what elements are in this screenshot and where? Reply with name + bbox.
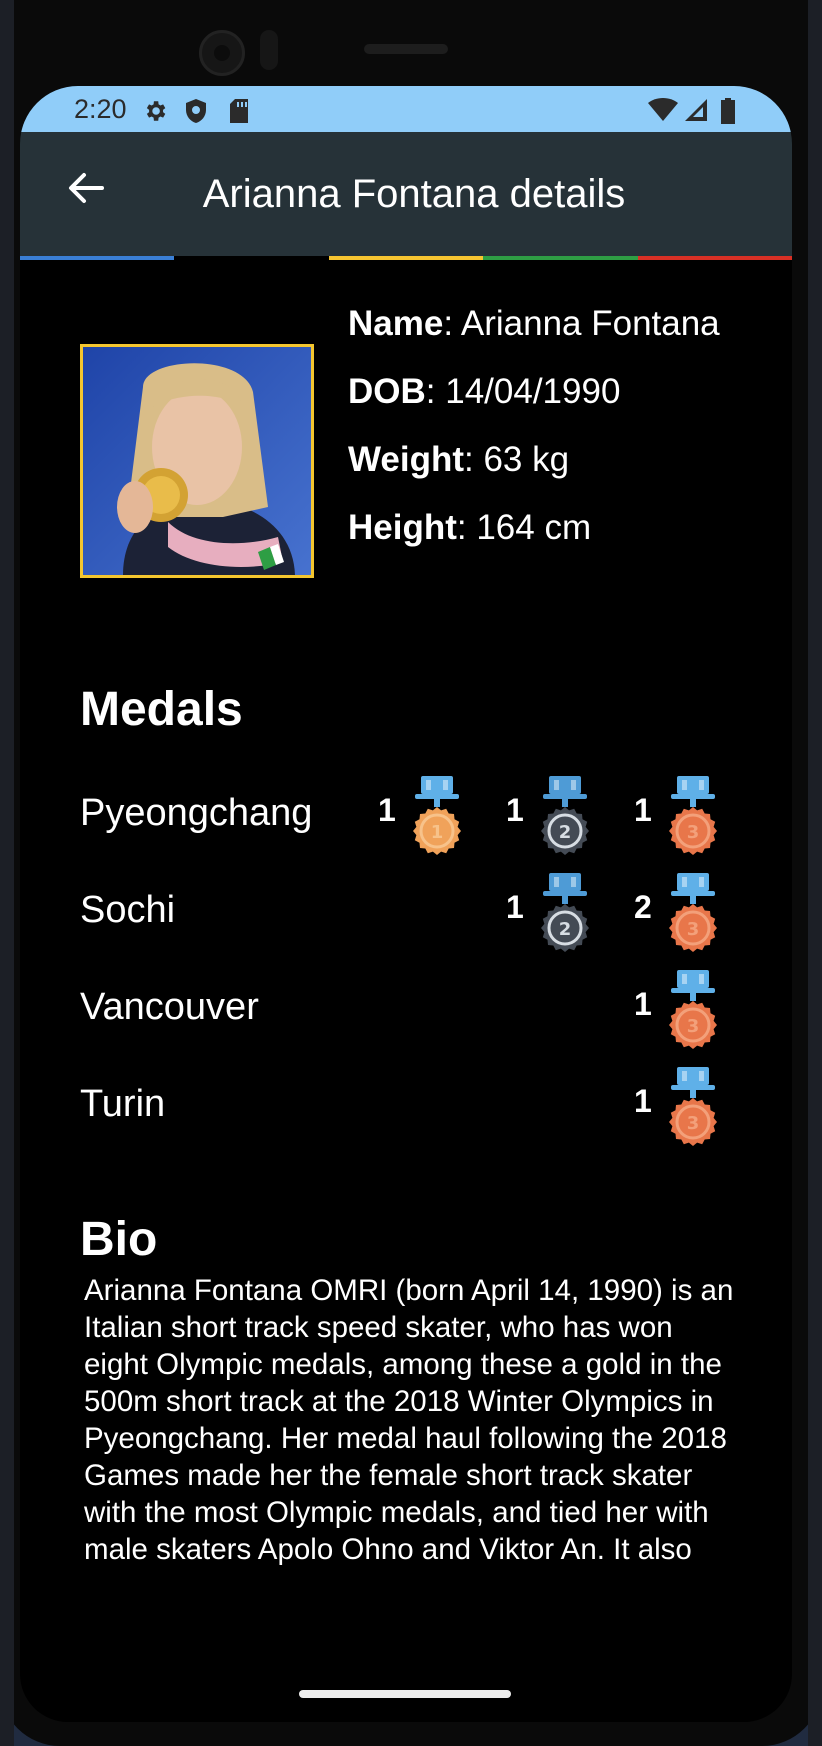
earpiece-speaker [364, 44, 448, 54]
bronze-medal-icon: 3 [669, 1067, 717, 1146]
medal-row: Vancouver 1 3 [80, 970, 740, 1050]
dob-label: DOB [348, 372, 426, 411]
name-label: Name [348, 304, 444, 343]
athlete-name-row: Name: Arianna Fontana [348, 304, 720, 343]
svg-text:3: 3 [687, 822, 700, 843]
front-camera [199, 30, 245, 76]
athlete-dob: 14/04/1990 [445, 372, 621, 411]
athlete-weight-row: Weight: 63 kg [348, 440, 570, 479]
medals-heading: Medals [80, 683, 243, 736]
bronze-count: 1 [634, 792, 652, 828]
app-screen: 2:20 Arianna Fontana details Name: Arian… [20, 86, 792, 1722]
sd-card-icon [230, 99, 248, 123]
shield-icon [186, 99, 206, 123]
page-title: Arianna Fontana details [202, 172, 626, 216]
height-label: Height [348, 508, 457, 547]
gold-count: 1 [378, 792, 396, 828]
athlete-photo-image [83, 347, 311, 575]
bronze-count: 1 [634, 986, 652, 1022]
bronze-count: 1 [634, 1083, 652, 1119]
battery-icon [721, 98, 735, 124]
athlete-weight: 63 kg [483, 440, 570, 479]
phone-bezel-right [808, 0, 822, 1746]
games-name: Turin [80, 1083, 166, 1125]
svg-text:2: 2 [559, 822, 572, 843]
bronze-medal-icon: 3 [669, 970, 717, 1049]
svg-text:3: 3 [687, 1016, 700, 1037]
medal-row: Turin 1 3 [80, 1067, 740, 1147]
silver-count: 1 [506, 792, 524, 828]
svg-text:3: 3 [687, 919, 700, 940]
silver-medal-icon: 2 [541, 873, 589, 952]
proximity-sensor [260, 30, 278, 70]
athlete-name: Arianna Fontana [460, 304, 720, 343]
athlete-height: 164 cm [476, 508, 592, 547]
home-gesture-bar[interactable] [299, 1690, 511, 1698]
games-name: Sochi [80, 889, 176, 931]
medal-row: Pyeongchang 1 1 1 2 1 3 [80, 776, 740, 856]
svg-text:2: 2 [559, 919, 572, 940]
bronze-medal-icon: 3 [669, 776, 717, 855]
wifi-icon [648, 98, 678, 121]
games-name: Pyeongchang [80, 792, 313, 834]
bio-heading: Bio [80, 1213, 158, 1266]
bio-text: Arianna Fontana OMRI (born April 14, 199… [84, 1274, 734, 1566]
weight-label: Weight [348, 440, 465, 479]
athlete-height-row: Height: 164 cm [348, 508, 592, 547]
athlete-photo [80, 344, 314, 578]
bronze-count: 2 [634, 889, 652, 925]
silver-medal-icon: 2 [541, 776, 589, 855]
status-time: 2:20 [74, 94, 127, 124]
cellular-signal-icon [685, 99, 707, 121]
bronze-medal-icon: 3 [669, 873, 717, 952]
status-bar: 2:20 [20, 86, 792, 132]
phone-frame: 2:20 Arianna Fontana details Name: Arian… [0, 0, 822, 1746]
svg-text:1: 1 [431, 822, 444, 843]
silver-count: 1 [506, 889, 524, 925]
app-bar: Arianna Fontana details [20, 132, 792, 256]
games-name: Vancouver [80, 986, 259, 1028]
olympic-color-stripe [20, 256, 792, 260]
gold-medal-icon: 1 [413, 776, 461, 855]
medal-row: Sochi 1 2 2 3 [80, 873, 740, 953]
athlete-dob-row: DOB: 14/04/1990 [348, 372, 621, 411]
settings-gear-icon [146, 101, 166, 121]
phone-bezel-left [0, 0, 14, 1746]
svg-text:3: 3 [687, 1113, 700, 1134]
